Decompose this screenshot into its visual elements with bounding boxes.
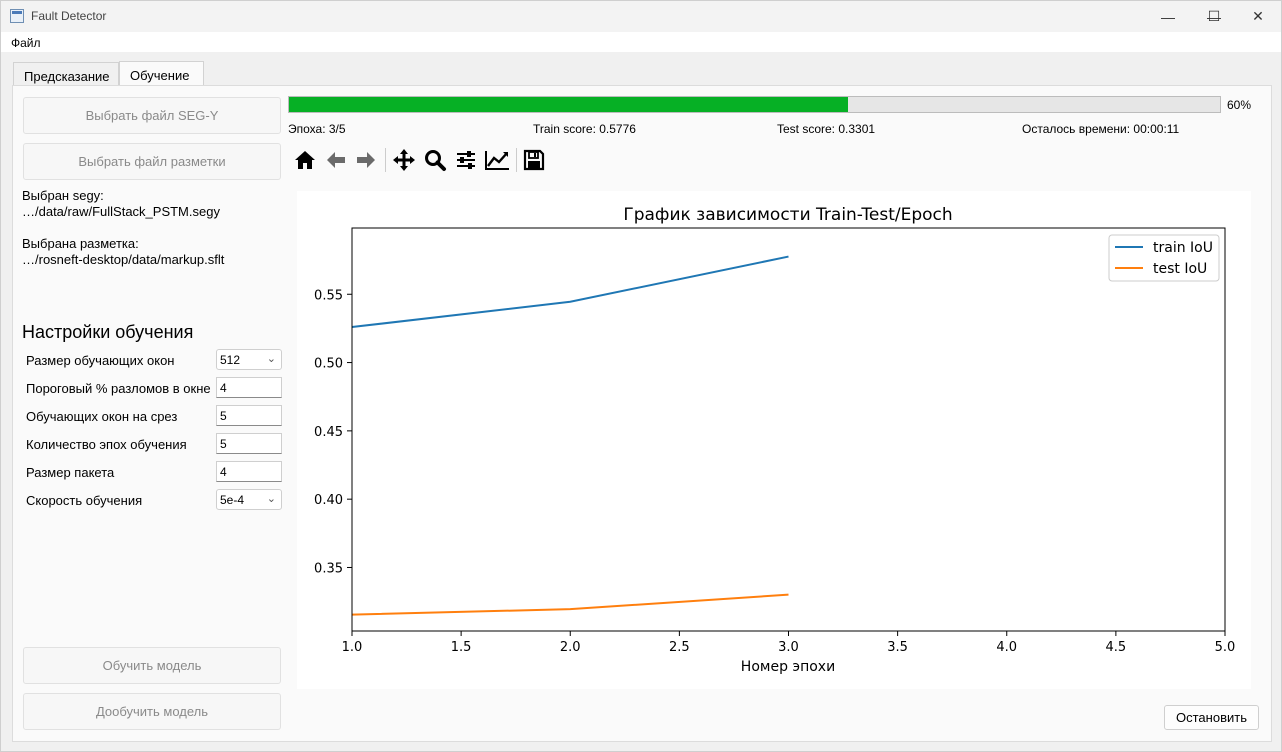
tab-prediction[interactable]: Предсказание [13,62,119,86]
series-line-test [351,593,789,616]
series-line-train [351,255,789,329]
select-markup-button[interactable]: Выбрать файл разметки [23,143,281,180]
progress-fill [289,97,848,112]
setting-label-windows-per-slice: Обучающих окон на срез [26,409,178,424]
x-tick-label: 3.5 [887,640,908,655]
chart-canvas[interactable]: График зависимости Train-Test/Epoch Номе… [297,191,1251,689]
setting-label-batch-size: Размер пакета [26,465,115,480]
plot-frame [351,227,1226,632]
y-tick-label: 0.40 [314,493,343,508]
test-score: Test score: 0.3301 [777,122,876,136]
back-arrow-icon[interactable] [323,147,349,173]
zoom-icon[interactable] [422,147,448,173]
settings-title: Настройки обучения [22,322,194,342]
edit-axes-icon[interactable] [484,147,510,173]
menu-bar: Файл [1,32,1281,52]
x-tick-label: 2.5 [669,640,690,655]
x-tick-label: 1.0 [342,640,363,655]
x-tick-label: 1.5 [451,640,472,655]
chart-svg: График зависимости Train-Test/Epoch Номе… [314,205,1236,675]
x-tick-label: 3.0 [778,640,799,655]
setting-label-window-size: Размер обучающих окон [26,353,175,368]
epoch-status: Эпоха: 3/5 [288,122,346,136]
toolbar-separator [516,148,517,172]
segy-path: …/data/raw/FullStack_PSTM.segy [22,204,220,219]
menu-file[interactable]: Файл [11,36,41,50]
retrain-model-button[interactable]: Дообучить модель [23,693,281,730]
window-size-select[interactable]: 512 ⌄ [216,349,282,370]
home-icon[interactable] [292,147,318,173]
app-icon [10,9,24,23]
time-remaining: Осталось времени: 00:00:11 [1022,122,1180,136]
x-tick-label: 4.0 [996,640,1017,655]
y-tick-label: 0.35 [314,561,343,576]
setting-label-learning-rate: Скорость обучения [26,493,143,508]
fault-threshold-input[interactable]: 4 [216,377,282,398]
train-model-button[interactable]: Обучить модель [23,647,281,684]
tab-training[interactable]: Обучение [119,61,204,87]
chevron-down-icon: ⌄ [266,353,276,365]
epochs-input[interactable]: 5 [216,433,282,454]
legend-label-train: train IoU [1153,240,1213,256]
subplots-config-icon[interactable] [453,147,479,173]
toolbar-separator [385,148,386,172]
chevron-down-icon: ⌄ [266,493,276,505]
chart-legend: train IoU test IoU [1108,234,1220,282]
markup-path: …/rosneft-desktop/data/markup.sflt [22,252,225,267]
segy-label: Выбран segy: [22,188,104,203]
x-axis-label: Номер эпохи [741,659,835,675]
learning-rate-value: 5e-4 [220,493,245,507]
y-tick-label: 0.45 [314,425,343,440]
select-segy-button[interactable]: Выбрать файл SEG-Y [23,97,281,134]
close-icon[interactable]: ✕ [1235,1,1281,32]
train-score: Train score: 0.5776 [533,122,636,136]
x-tick-label: 2.0 [560,640,581,655]
batch-size-input[interactable]: 4 [216,461,282,482]
minimize-icon[interactable]: — [1145,1,1191,32]
learning-rate-select[interactable]: 5e-4 ⌄ [216,489,282,510]
y-tick-label: 0.55 [314,288,343,303]
stop-button[interactable]: Остановить [1164,705,1259,730]
training-progress-bar [288,96,1221,113]
pan-icon[interactable] [391,147,417,173]
forward-arrow-icon[interactable] [353,147,379,173]
x-tick-label: 5.0 [1215,640,1236,655]
setting-label-epochs: Количество эпох обучения [26,437,187,452]
progress-percent: 60% [1227,98,1252,112]
legend-label-test: test IoU [1153,261,1207,277]
windows-per-slice-input[interactable]: 5 [216,405,282,426]
window-title: Fault Detector [31,9,107,23]
x-tick-label: 4.5 [1106,640,1127,655]
setting-label-fault-threshold: Пороговый % разломов в окне [26,381,211,396]
markup-label: Выбрана разметка: [22,236,139,251]
app-window: Fault Detector — — ☐ ✕ Файл Предсказание… [0,0,1282,752]
window-size-value: 512 [220,353,241,367]
maximize-icon[interactable]: ☐ [1191,1,1237,32]
title-bar: Fault Detector — [1,1,1281,32]
save-icon[interactable] [521,147,547,173]
chart-title: График зависимости Train-Test/Epoch [623,205,952,225]
y-tick-label: 0.50 [314,357,343,372]
